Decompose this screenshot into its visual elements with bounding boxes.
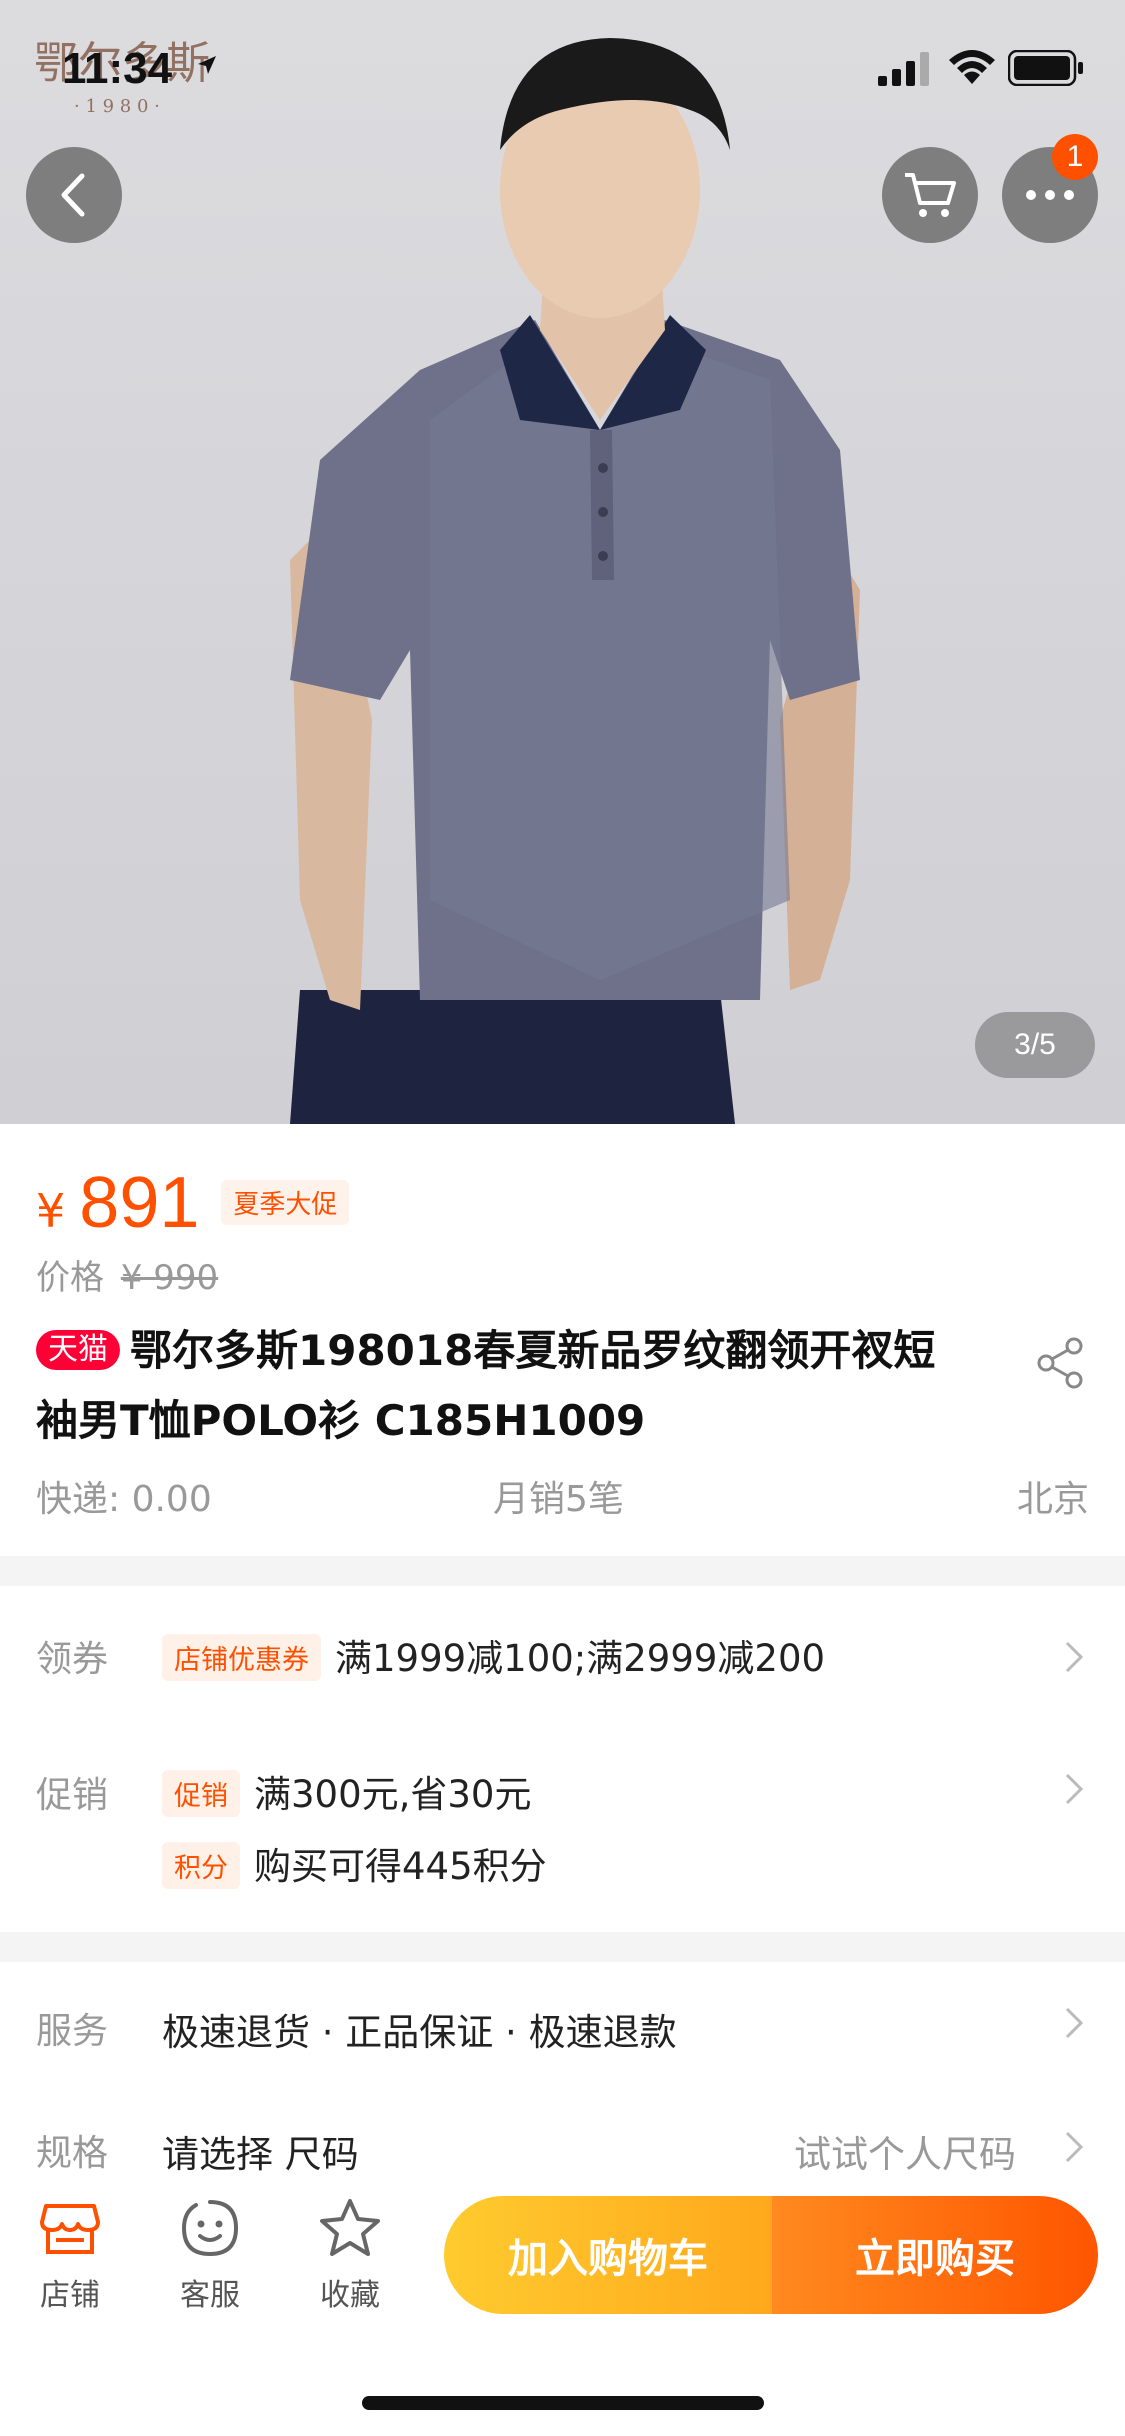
coupon-label: 领券 xyxy=(36,1639,109,1680)
promotion-label: 促销 xyxy=(36,1775,109,1816)
favorite-tab[interactable]: 收藏 xyxy=(290,2196,410,2314)
product-title: 鄂尔多斯198018春夏新品罗纹翻领开衩短袖男T恤POLO衫 C185H1009 xyxy=(36,1326,936,1445)
cellular-signal-icon xyxy=(878,52,929,86)
monthly-sales: 月销5笔 xyxy=(493,1479,624,1520)
coupon-content: 店铺优惠券 满1999减100;满2999减200 xyxy=(162,1628,825,1684)
price-symbol: ¥ xyxy=(36,1184,66,1238)
customer-service-tab-label: 客服 xyxy=(180,2278,240,2313)
chevron-right-icon xyxy=(1065,1641,1084,1673)
chevron-right-icon xyxy=(1065,2131,1084,2163)
gallery-page-indicator: 3/5 xyxy=(975,1012,1095,1078)
section-divider xyxy=(0,1556,1125,1586)
store-coupon-chip: 店铺优惠券 xyxy=(162,1634,321,1681)
store-tab-label: 店铺 xyxy=(40,2278,100,2313)
chevron-right-icon xyxy=(1065,1773,1084,1805)
price-row: ¥ 891 夏季大促 xyxy=(36,1162,350,1244)
spec-text: 请选择 尺码 xyxy=(162,2133,359,2176)
add-to-cart-button[interactable]: 加入购物车 xyxy=(444,2196,772,2314)
points-text: 购买可得445积分 xyxy=(254,1845,547,1888)
original-price: ¥ 990 xyxy=(120,1258,219,1298)
tmall-badge: 天猫 xyxy=(36,1330,120,1370)
store-icon xyxy=(40,2204,100,2254)
original-price-row: 价格 ¥ 990 xyxy=(36,1250,218,1299)
points-chip: 积分 xyxy=(162,1842,240,1889)
chevron-left-icon xyxy=(61,173,85,217)
buy-now-button[interactable]: 立即购买 xyxy=(772,2196,1098,2314)
section-divider xyxy=(0,1932,1125,1962)
ship-location: 北京 xyxy=(1016,1479,1089,1520)
promotion-item: 促销 满300元,省30元 xyxy=(162,1764,531,1820)
notification-badge: 1 xyxy=(1052,134,1098,180)
home-indicator[interactable] xyxy=(362,2396,764,2410)
original-price-label: 价格 xyxy=(36,1258,104,1298)
shipping-fee: 快递: 0.00 xyxy=(36,1479,212,1520)
star-icon xyxy=(320,2199,380,2256)
favorite-tab-label: 收藏 xyxy=(320,2278,380,2313)
customer-service-tab[interactable]: 客服 xyxy=(150,2196,270,2314)
service-label: 服务 xyxy=(36,2011,109,2052)
status-time: 11:34 xyxy=(62,44,173,93)
chevron-right-icon xyxy=(1065,2007,1084,2039)
battery-icon xyxy=(1008,50,1083,86)
product-title-block: 天猫 鄂尔多斯198018春夏新品罗纹翻领开衩短袖男T恤POLO衫 C185H10… xyxy=(36,1316,936,1456)
promo-tag: 夏季大促 xyxy=(221,1180,350,1225)
points-item: 积分 购买可得445积分 xyxy=(162,1836,547,1892)
wifi-icon xyxy=(949,50,995,84)
more-dots-icon xyxy=(1026,190,1074,200)
share-icon[interactable] xyxy=(1036,1336,1086,1390)
store-tab[interactable]: 店铺 xyxy=(10,2196,130,2314)
status-bar: 11:34 xyxy=(0,0,1125,140)
size-hint: 试试个人尺码 xyxy=(794,2133,1016,2176)
back-button[interactable] xyxy=(26,147,122,243)
cart-button[interactable] xyxy=(882,147,978,243)
chat-face-icon xyxy=(181,2200,239,2257)
product-meta-row: 快递: 0.00 月销5笔 北京 xyxy=(36,1470,1089,1520)
promotion-text: 满300元,省30元 xyxy=(254,1773,532,1816)
product-image-gallery[interactable]: 鄂尔多斯 · 1 9 8 0 · 11:34 1 3/5 xyxy=(0,0,1125,1124)
spec-label: 规格 xyxy=(36,2133,109,2174)
coupon-text: 满1999减100;满2999减200 xyxy=(335,1637,826,1680)
cart-icon xyxy=(905,173,956,217)
promotion-chip: 促销 xyxy=(162,1770,240,1817)
service-text: 极速退货 · 正品保证 · 极速退款 xyxy=(162,2011,677,2054)
location-arrow-icon xyxy=(198,56,216,74)
current-price: 891 xyxy=(79,1163,200,1243)
